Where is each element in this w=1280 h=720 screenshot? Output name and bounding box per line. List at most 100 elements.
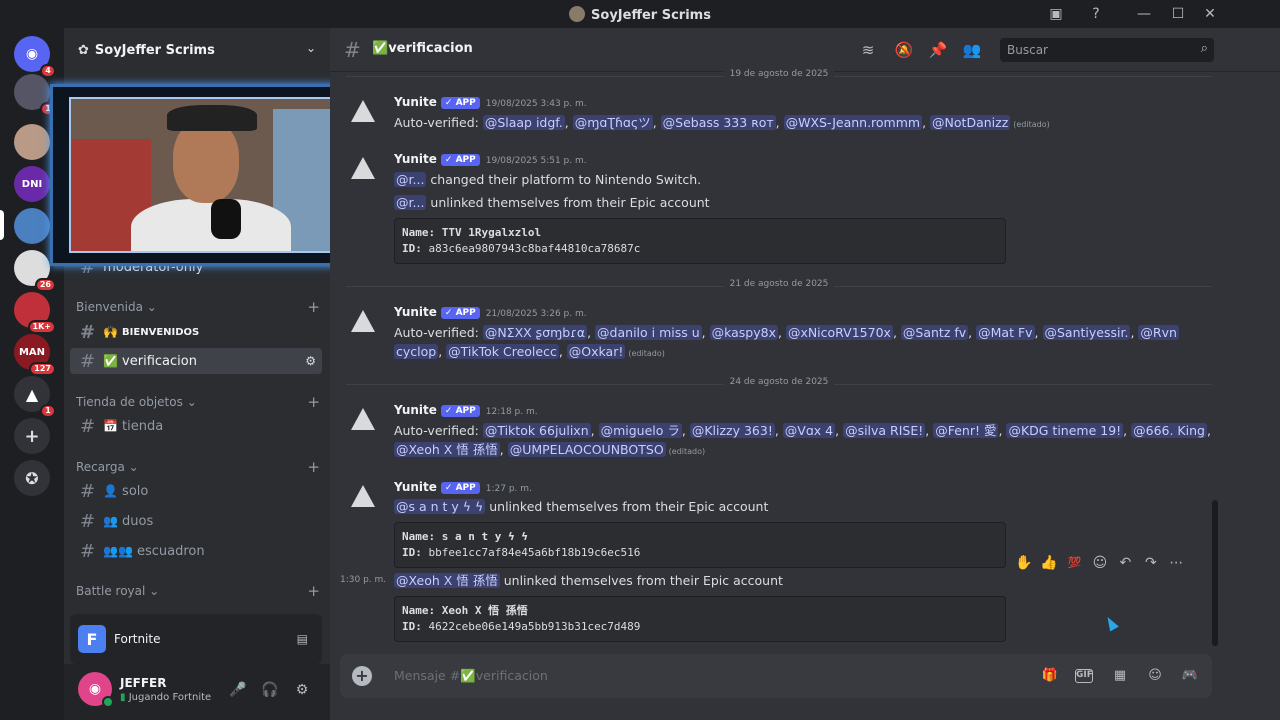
notification-muted-icon[interactable]: 🔕 (894, 40, 914, 60)
thumbs-up-reaction-icon[interactable]: 👍 (1039, 553, 1058, 573)
attach-plus-icon[interactable]: + (352, 666, 372, 686)
user-mention[interactable]: @ΝΣΧΧ ʂσɱbɾα (482, 325, 588, 340)
avatar[interactable] (346, 304, 380, 338)
message-author[interactable]: Yunite ✓ APP 1:27 p. m. (394, 480, 532, 494)
gear-icon[interactable]: ⚙ (292, 680, 312, 700)
more-options-icon[interactable]: ⋯ (1167, 553, 1186, 573)
server-icon[interactable] (14, 124, 50, 160)
channel-tienda[interactable]: # 📅 tienda (70, 413, 322, 439)
apps-gamepad-icon[interactable]: 🎮 (1180, 666, 1200, 686)
reply-icon[interactable]: ↶ (1116, 553, 1135, 573)
user-mention[interactable]: cyclop (394, 344, 439, 359)
server-icon-active[interactable] (14, 208, 50, 244)
message-composer[interactable]: + Mensaje #✅verificacion 🎁 GIF ▦ ☺ 🎮 (340, 654, 1212, 698)
avatar[interactable] (346, 94, 380, 128)
member-list-icon[interactable]: 👥 (962, 40, 982, 60)
minimize-button[interactable]: — (1134, 4, 1154, 24)
activity-panel[interactable]: F Fortnite ▤ (70, 614, 322, 664)
user-mention[interactable]: @s a n t y ϟ ϟ (394, 499, 486, 514)
gift-icon[interactable]: 🎁 (1040, 666, 1060, 686)
user-mention[interactable]: @r... (394, 195, 427, 210)
category-bienvenida[interactable]: Bienvenida ⌄ + (76, 298, 320, 316)
user-mention[interactable]: @Xeoh X 悟 孫悟 (394, 442, 500, 457)
user-mention[interactable]: @kaspy8x (709, 325, 778, 340)
server-icon[interactable]: 26 (14, 250, 56, 292)
user-mention[interactable]: @Xeoh X 悟 孫悟 (394, 573, 500, 588)
add-server-button[interactable]: + (14, 418, 50, 454)
user-mention[interactable]: @Sebass 333 ʀᴏᴛ (660, 115, 776, 130)
add-channel-icon[interactable]: + (307, 298, 320, 316)
user-mention[interactable]: @xNicoRV1570x (785, 325, 893, 340)
avatar[interactable] (346, 479, 380, 513)
user-mention[interactable]: @Santz fv (900, 325, 969, 340)
message-author[interactable]: Yunite ✓ APP 19/08/2025 5:51 p. m. (394, 152, 587, 166)
sticker-icon[interactable]: ▦ (1110, 666, 1130, 686)
user-mention[interactable]: @danilo i miss u (595, 325, 702, 340)
server-icon[interactable]: 1K+ (14, 292, 56, 334)
category-tienda[interactable]: Tienda de objetos ⌄ + (76, 393, 320, 411)
user-mention[interactable]: @Mat Fv (976, 325, 1035, 340)
add-reaction-icon[interactable]: ☺ (1090, 553, 1109, 573)
user-mention[interactable]: @ɱɑƮɦɑςツ (572, 115, 653, 130)
avatar[interactable] (346, 402, 380, 436)
raised-hand-reaction-icon[interactable]: ✋ (1014, 553, 1033, 573)
message-author[interactable]: Yunite ✓ APP 12:18 p. m. (394, 403, 538, 417)
add-channel-icon[interactable]: + (307, 458, 320, 476)
channel-verificacion[interactable]: # ✅ verificacion ⚙ (70, 348, 322, 374)
pin-icon[interactable]: 📌 (928, 40, 948, 60)
server-icon[interactable]: MAN 127 (14, 334, 56, 376)
message-input[interactable]: Mensaje #✅verificacion (394, 668, 548, 684)
user-mention[interactable]: @r... (394, 172, 427, 187)
mic-icon[interactable]: 🎤 (228, 680, 248, 700)
yunite-logo-icon (351, 408, 375, 430)
search-input[interactable]: Buscar ⌕ (1000, 38, 1214, 62)
user-mention[interactable]: @TikTok Creolecc (446, 344, 559, 359)
user-mention[interactable]: @NotDanizz (930, 115, 1011, 130)
help-icon[interactable]: ? (1086, 4, 1106, 24)
channel-bienvenidos[interactable]: # 🙌 BIENVENIDOS (70, 319, 322, 345)
threads-icon[interactable]: ≋ (858, 40, 878, 60)
guild-header[interactable]: ✿ SoyJeffer Scrims ⌄ (64, 28, 330, 72)
home-button[interactable]: ◉ 4 (14, 36, 56, 78)
message-author[interactable]: Yunite ✓ APP 21/08/2025 3:26 p. m. (394, 305, 587, 319)
category-recarga[interactable]: Recarga ⌄ + (76, 458, 320, 476)
server-icon[interactable]: ▲ 1 (14, 376, 56, 418)
inbox-icon[interactable]: ▣ (1046, 4, 1066, 24)
add-channel-icon[interactable]: + (307, 582, 320, 600)
user-mention[interactable]: @miguelo ラ (598, 423, 682, 438)
scrollbar[interactable] (1212, 500, 1218, 646)
maximize-button[interactable]: ☐ (1168, 4, 1188, 24)
forward-icon[interactable]: ↷ (1141, 553, 1160, 573)
category-battle-royal[interactable]: Battle royal ⌄ + (76, 582, 320, 600)
user-mention[interactable]: @Tiktok 66julixn (482, 423, 591, 438)
channel-duos[interactable]: # 👥 duos (70, 508, 322, 534)
user-mention[interactable]: @666. King (1131, 423, 1207, 438)
check-emoji-icon: ✅ (460, 668, 476, 683)
user-mention[interactable]: @silva RISE! (843, 423, 926, 438)
server-icon[interactable]: 1 (14, 74, 56, 116)
emoji-icon[interactable]: ☺ (1145, 666, 1165, 686)
user-mention[interactable]: @Klizzy 363! (689, 423, 775, 438)
channel-settings-icon[interactable]: ⚙ (305, 354, 316, 368)
user-mention[interactable]: @Santiyessir. (1042, 325, 1131, 340)
headphones-icon[interactable]: 🎧 (260, 680, 280, 700)
user-mention[interactable]: @Fenr! 愛 (933, 423, 999, 438)
gif-icon[interactable]: GIF (1075, 669, 1093, 683)
avatar[interactable] (346, 151, 380, 185)
discover-button[interactable]: ✪ (14, 460, 50, 496)
user-mention[interactable]: @Oxkar! (566, 344, 626, 359)
server-icon[interactable]: DNI (14, 166, 50, 202)
user-mention[interactable]: @KDG tineme 19! (1006, 423, 1124, 438)
user-mention[interactable]: @Slaap idgf. (482, 115, 565, 130)
close-button[interactable]: ✕ (1200, 4, 1220, 24)
user-mention[interactable]: @Rvn (1138, 325, 1179, 340)
activity-chat-icon[interactable]: ▤ (297, 632, 308, 646)
hundred-reaction-icon[interactable]: 💯 (1065, 553, 1084, 573)
user-mention[interactable]: @Vɑx 4 (782, 423, 836, 438)
channel-escuadron[interactable]: # 👥👥 escuadron (70, 538, 322, 564)
add-channel-icon[interactable]: + (307, 393, 320, 411)
message-author[interactable]: Yunite ✓ APP 19/08/2025 3:43 p. m. (394, 95, 587, 109)
channel-solo[interactable]: # 👤 solo (70, 478, 322, 504)
user-mention[interactable]: @UMPELAOCOUNBOTSO (507, 442, 666, 457)
user-mention[interactable]: @WXS-Jeann.rommm (783, 115, 923, 130)
